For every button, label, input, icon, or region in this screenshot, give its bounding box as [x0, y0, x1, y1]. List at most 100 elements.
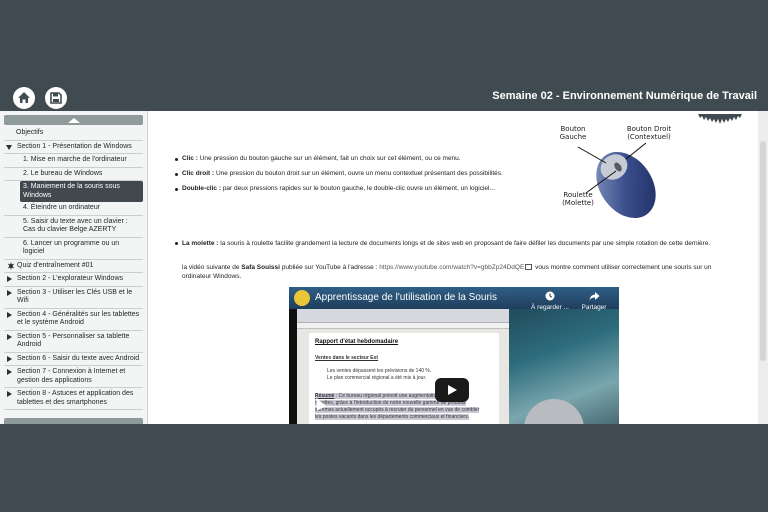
top-bar: Semaine 02 - Environnement Numérique de … — [0, 82, 768, 112]
external-link-icon — [525, 264, 533, 270]
sidebar-item[interactable]: 2. Le bureau de Windows — [4, 168, 143, 181]
sidebar-item[interactable]: 1. Mise en marche de l'ordinateur — [4, 154, 143, 168]
home-icon — [18, 92, 30, 103]
gear-icon — [698, 114, 742, 124]
sidebar-scroll-up[interactable] — [4, 115, 143, 125]
sidebar-item[interactable]: Section 7 - Connexion à Internet et gest… — [4, 366, 143, 388]
text-molette: la souris à roulette facilite grandement… — [218, 240, 711, 247]
save-button[interactable] — [45, 87, 67, 109]
video-title[interactable]: Apprentissage de l'utilisation de la Sou… — [315, 292, 497, 303]
sidebar-item-label: Section 7 - Connexion à Internet et gest… — [17, 368, 126, 384]
sidebar-item-label: 3. Maniement de la souris sous Windows — [23, 183, 120, 199]
video-intro-2: publiée sur YouTube à l'adresse : — [279, 264, 380, 271]
save-icon — [50, 92, 62, 104]
text-clic: Une pression du bouton gauche sur un élé… — [197, 155, 461, 162]
sidebar-item-label: 4. Éteindre un ordinateur — [23, 204, 101, 211]
term-molette: La molette : — [182, 240, 219, 247]
sidebar-item[interactable]: 6. Lancer un programme ou un logiciel — [4, 238, 143, 260]
sidebar-item-label: Section 3 - Utiliser les Clés USB et le … — [17, 288, 133, 305]
sidebar-item-label: Section 2 - L'explorateur Windows — [17, 275, 123, 282]
sidebar-item[interactable]: Section 1 - Présentation de Windows — [4, 141, 143, 154]
video-doc-toolbar — [297, 309, 509, 323]
definition-double-clic: Double-clic : par deux pressions rapides… — [182, 185, 495, 192]
chevron-right-icon — [7, 369, 12, 375]
share-button[interactable]: Partager — [574, 291, 614, 311]
bullet — [175, 188, 178, 191]
video-embed[interactable]: Rapport d'état hebdomadaire Ventes dans … — [289, 287, 619, 424]
video-doc-line: Les ventes dépassent les prévisions de 1… — [327, 368, 432, 374]
sidebar-item-label: 6. Lancer un programme ou un logiciel — [23, 239, 120, 256]
sidebar-scroll-down[interactable] — [4, 418, 143, 424]
channel-logo[interactable] — [294, 290, 310, 306]
quiz-icon — [7, 261, 15, 270]
sidebar-item[interactable]: 5. Saisir du texte avec un clavier : Cas… — [4, 216, 143, 238]
term-clic: Clic : — [182, 155, 198, 162]
watch-later-label: À regarder ... — [531, 304, 569, 311]
video-document: Rapport d'état hebdomadaire Ventes dans … — [297, 309, 509, 424]
bullet — [175, 158, 178, 161]
video-doc-subheading: Ventes dans le secteur Est — [315, 355, 379, 361]
paragraph-video-intro: la vidéo suivante de Safa Souissi publié… — [182, 263, 742, 281]
sidebar-item[interactable]: 3. Maniement de la souris sous Windows — [20, 181, 143, 202]
sidebar-item[interactable]: Section 3 - Utiliser les Clés USB et le … — [4, 287, 143, 309]
watch-later-button[interactable]: À regarder ... — [530, 291, 570, 311]
definition-clic: Clic : Une pression du bouton gauche sur… — [182, 155, 461, 162]
video-doc-line: Le plan commercial régional a été mis à … — [327, 375, 427, 381]
home-button[interactable] — [13, 87, 35, 109]
share-label: Partager — [581, 304, 607, 311]
sidebar-item-label: Section 8 - Astuces et application des t… — [17, 390, 134, 406]
sidebar-item-label: 5. Saisir du texte avec un clavier : Cas… — [23, 217, 128, 234]
sidebar-item-label: 2. Le bureau de Windows — [23, 169, 103, 177]
sidebar-item[interactable]: Section 6 - Saisir du texte avec Android — [4, 353, 143, 366]
sidebar-item-label: Section 6 - Saisir du texte avec Android — [17, 354, 140, 362]
definition-clic-droit: Clic droit : Une pression du bouton droi… — [182, 170, 503, 177]
chevron-right-icon — [7, 333, 12, 340]
sidebar-item[interactable]: 4. Éteindre un ordinateur — [4, 202, 143, 216]
chevron-right-icon — [7, 311, 12, 318]
scroll-up-icon — [68, 118, 80, 123]
share-icon — [589, 292, 599, 301]
mouse-icon — [577, 142, 656, 219]
sidebar-item[interactable]: Section 8 - Astuces et application des t… — [4, 388, 143, 410]
sidebar-item[interactable]: Quiz d'entraînement #01 — [4, 260, 143, 273]
bullet — [175, 242, 178, 245]
paragraph-molette: La molette : la souris à roulette facili… — [182, 239, 742, 248]
video-doc-heading: Rapport d'état hebdomadaire — [315, 339, 399, 345]
sidebar-item[interactable]: Section 4 - Généralités sur les tablette… — [4, 309, 143, 331]
sidebar-item-label: Section 1 - Présentation de Windows — [17, 142, 132, 150]
clock-icon — [545, 291, 555, 301]
sidebar-item[interactable]: Objectifs — [4, 127, 143, 141]
sidebar-item[interactable]: Section 2 - L'explorateur Windows — [4, 273, 143, 287]
page-title: Semaine 02 - Environnement Numérique de … — [492, 90, 757, 102]
video-doc-summary: Résumé : Ce bureau régional prévoit une … — [315, 393, 439, 399]
text-clic-droit: Une pression du bouton droit sur un élém… — [214, 170, 503, 177]
bullet — [175, 173, 178, 176]
video-doc-summary-text: : Ce bureau régional prévoit une augment… — [334, 393, 439, 399]
sidebar-nav: Objectifs Section 1 - Présentation de Win… — [4, 127, 143, 410]
text-double-clic: par deux pressions rapides sur le bouton… — [221, 185, 495, 192]
sidebar: Objectifs Section 1 - Présentation de Win… — [0, 111, 148, 424]
play-button[interactable] — [435, 378, 469, 402]
sidebar-item-label: Section 5 - Personnaliser sa tablette An… — [17, 332, 130, 349]
video-doc-ruler — [297, 323, 509, 329]
sidebar-item-label: Section 4 - Généralités sur les tablette… — [17, 310, 140, 327]
video-doc-line: sommes actuellement occupés à recruter d… — [315, 407, 480, 413]
chevron-down-icon — [6, 144, 12, 150]
content-scrollbar[interactable] — [758, 111, 768, 424]
sidebar-item-label: Quiz d'entraînement #01 — [17, 261, 94, 269]
term-clic-droit: Clic droit : — [182, 170, 215, 177]
chevron-right-icon — [7, 289, 12, 296]
main-frame: Objectifs Section 1 - Présentation de Win… — [0, 111, 768, 424]
mouse-diagram: Bouton Gauche Bouton Droit (Contextuel) … — [556, 123, 676, 223]
video-link[interactable]: https://www.youtube.com/watch?v=gbbZp24D… — [379, 264, 524, 271]
sidebar-item[interactable]: Section 5 - Personnaliser sa tablette An… — [4, 331, 143, 353]
term-double-clic: Double-clic : — [182, 185, 222, 192]
scrollbar-thumb[interactable] — [760, 141, 766, 361]
chevron-right-icon — [7, 391, 12, 397]
chevron-right-icon — [7, 355, 12, 362]
video-intro-1: la vidéo suivante de — [182, 264, 242, 271]
content-area: Clic : Une pression du bouton gauche sur… — [150, 111, 758, 424]
video-doc-page: Rapport d'état hebdomadaire Ventes dans … — [309, 333, 499, 424]
sidebar-item-label: 1. Mise en marche de l'ordinateur — [23, 156, 127, 163]
sidebar-item-label: Objectifs — [16, 129, 44, 136]
